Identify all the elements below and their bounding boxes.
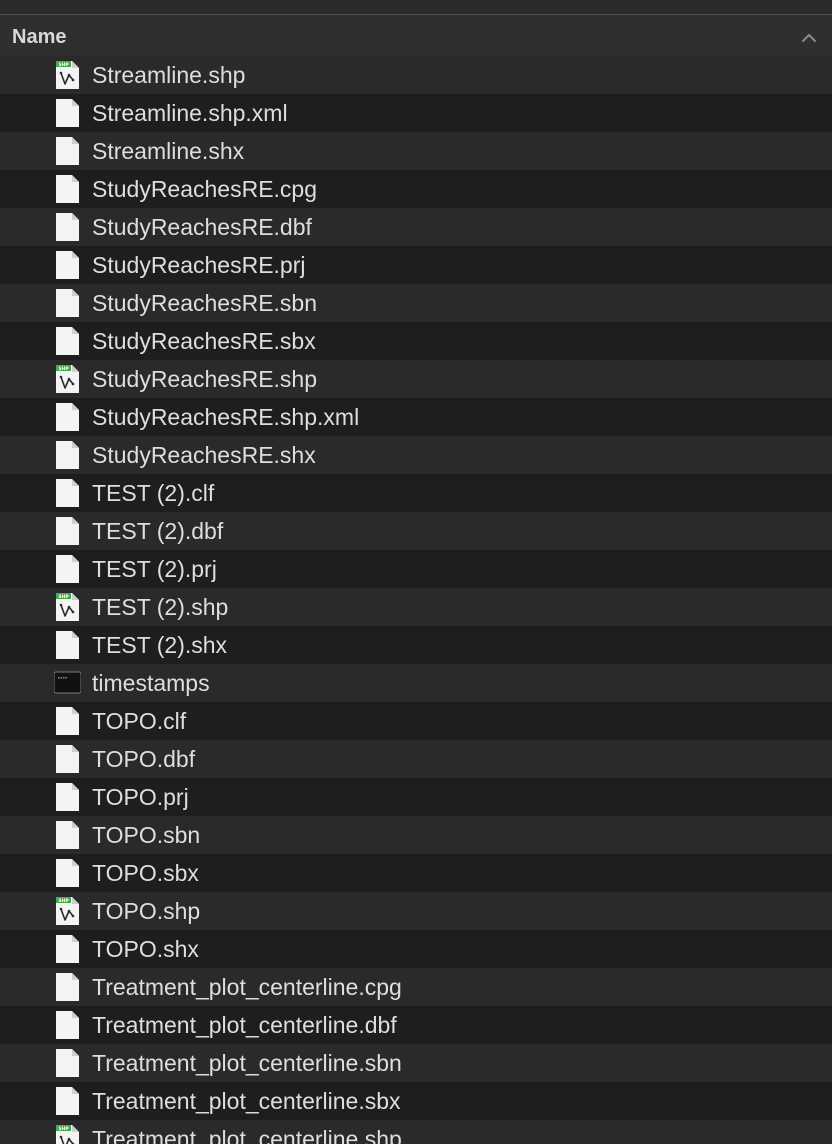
svg-text:SHP: SHP: [58, 62, 69, 68]
file-row[interactable]: Treatment_plot_centerline.dbf: [0, 1006, 832, 1044]
file-name: Treatment_plot_centerline.dbf: [92, 1012, 397, 1038]
chevron-up-icon[interactable]: [800, 29, 818, 47]
file-name: TOPO.sbx: [92, 860, 199, 886]
file-row[interactable]: TOPO.shx: [0, 930, 832, 968]
file-row[interactable]: SHP Streamline.shp: [0, 56, 832, 94]
file-row[interactable]: TOPO.sbn: [0, 816, 832, 854]
file-row[interactable]: TEST (2).prj: [0, 550, 832, 588]
toolbar-strip: [0, 0, 832, 15]
svg-text:SHP: SHP: [58, 1126, 69, 1132]
document-icon: [54, 175, 81, 203]
file-name: TOPO.dbf: [92, 746, 196, 772]
shp-icon: SHP: [54, 61, 81, 89]
file-row[interactable]: Streamline.shp.xml: [0, 94, 832, 132]
document-icon: [54, 327, 81, 355]
file-name: Streamline.shx: [92, 138, 245, 164]
file-name: TOPO.prj: [92, 784, 189, 810]
file-row[interactable]: TEST (2).shx: [0, 626, 832, 664]
file-row[interactable]: StudyReachesRE.prj: [0, 246, 832, 284]
document-icon: [54, 479, 81, 507]
document-icon: [54, 213, 81, 241]
file-row[interactable]: TEST (2).clf: [0, 474, 832, 512]
document-icon: [54, 783, 81, 811]
file-name: StudyReachesRE.prj: [92, 252, 306, 278]
file-row[interactable]: Streamline.shx: [0, 132, 832, 170]
file-name: TEST (2).shp: [92, 594, 229, 620]
file-row[interactable]: TOPO.sbx: [0, 854, 832, 892]
file-name: Treatment_plot_centerline.sbx: [92, 1088, 401, 1114]
file-name: StudyReachesRE.sbx: [92, 328, 316, 354]
file-name: StudyReachesRE.sbn: [92, 290, 318, 316]
file-name: TOPO.shx: [92, 936, 199, 962]
file-name: Streamline.shp.xml: [92, 100, 288, 126]
file-row[interactable]: TOPO.prj: [0, 778, 832, 816]
file-name: TEST (2).prj: [92, 556, 217, 582]
finder-list-window: Name SHP Streamline.shp Streamline.shp.x…: [0, 0, 832, 1144]
file-row[interactable]: TEST (2).dbf: [0, 512, 832, 550]
file-name: TOPO.clf: [92, 708, 187, 734]
file-row[interactable]: StudyReachesRE.cpg: [0, 170, 832, 208]
document-icon: [54, 821, 81, 849]
document-icon: [54, 441, 81, 469]
file-row[interactable]: StudyReachesRE.shp.xml: [0, 398, 832, 436]
file-name: timestamps: [92, 670, 210, 696]
file-name: TOPO.sbn: [92, 822, 201, 848]
column-header-label: Name: [12, 26, 67, 48]
file-name: TEST (2).clf: [92, 480, 215, 506]
document-icon: [54, 517, 81, 545]
file-name: Treatment_plot_centerline.shp: [92, 1126, 402, 1144]
file-row[interactable]: Treatment_plot_centerline.cpg: [0, 968, 832, 1006]
terminal-icon: [53, 669, 82, 697]
svg-text:SHP: SHP: [58, 366, 69, 372]
shp-icon: SHP: [54, 1125, 81, 1144]
document-icon: [54, 403, 81, 431]
document-icon: [54, 631, 81, 659]
file-name: TEST (2).dbf: [92, 518, 224, 544]
file-row[interactable]: SHP TOPO.shp: [0, 892, 832, 930]
file-row[interactable]: timestamps: [0, 664, 832, 702]
shp-icon: SHP: [54, 593, 81, 621]
file-list: SHP Streamline.shp Streamline.shp.xml St…: [0, 56, 832, 1144]
document-icon: [54, 1011, 81, 1039]
file-row[interactable]: SHP StudyReachesRE.shp: [0, 360, 832, 398]
file-row[interactable]: Treatment_plot_centerline.sbn: [0, 1044, 832, 1082]
document-icon: [54, 555, 81, 583]
document-icon: [54, 251, 81, 279]
file-name: StudyReachesRE.cpg: [92, 176, 318, 202]
file-name: StudyReachesRE.shp: [92, 366, 318, 392]
document-icon: [54, 859, 81, 887]
file-row[interactable]: TOPO.clf: [0, 702, 832, 740]
document-icon: [54, 707, 81, 735]
svg-text:SHP: SHP: [58, 594, 69, 600]
document-icon: [54, 973, 81, 1001]
document-icon: [54, 137, 81, 165]
file-name: TEST (2).shx: [92, 632, 228, 658]
svg-text:SHP: SHP: [58, 898, 69, 904]
file-row[interactable]: StudyReachesRE.dbf: [0, 208, 832, 246]
document-icon: [54, 1049, 81, 1077]
file-name: Treatment_plot_centerline.cpg: [92, 974, 402, 1000]
document-icon: [54, 935, 81, 963]
shp-icon: SHP: [54, 897, 81, 925]
file-name: Treatment_plot_centerline.sbn: [92, 1050, 402, 1076]
file-row[interactable]: StudyReachesRE.shx: [0, 436, 832, 474]
file-row[interactable]: SHP TEST (2).shp: [0, 588, 832, 626]
file-row[interactable]: StudyReachesRE.sbn: [0, 284, 832, 322]
file-name: StudyReachesRE.shp.xml: [92, 404, 360, 430]
file-row[interactable]: TOPO.dbf: [0, 740, 832, 778]
file-row[interactable]: Treatment_plot_centerline.sbx: [0, 1082, 832, 1120]
document-icon: [54, 289, 81, 317]
file-name: TOPO.shp: [92, 898, 201, 924]
file-name: Streamline.shp: [92, 62, 246, 88]
shp-icon: SHP: [54, 365, 81, 393]
file-row[interactable]: SHP Treatment_plot_centerline.shp: [0, 1120, 832, 1144]
document-icon: [54, 745, 81, 773]
file-name: StudyReachesRE.dbf: [92, 214, 312, 240]
file-row[interactable]: StudyReachesRE.sbx: [0, 322, 832, 360]
document-icon: [54, 99, 81, 127]
document-icon: [54, 1087, 81, 1115]
file-name: StudyReachesRE.shx: [92, 442, 316, 468]
column-header-name[interactable]: Name: [0, 15, 832, 60]
